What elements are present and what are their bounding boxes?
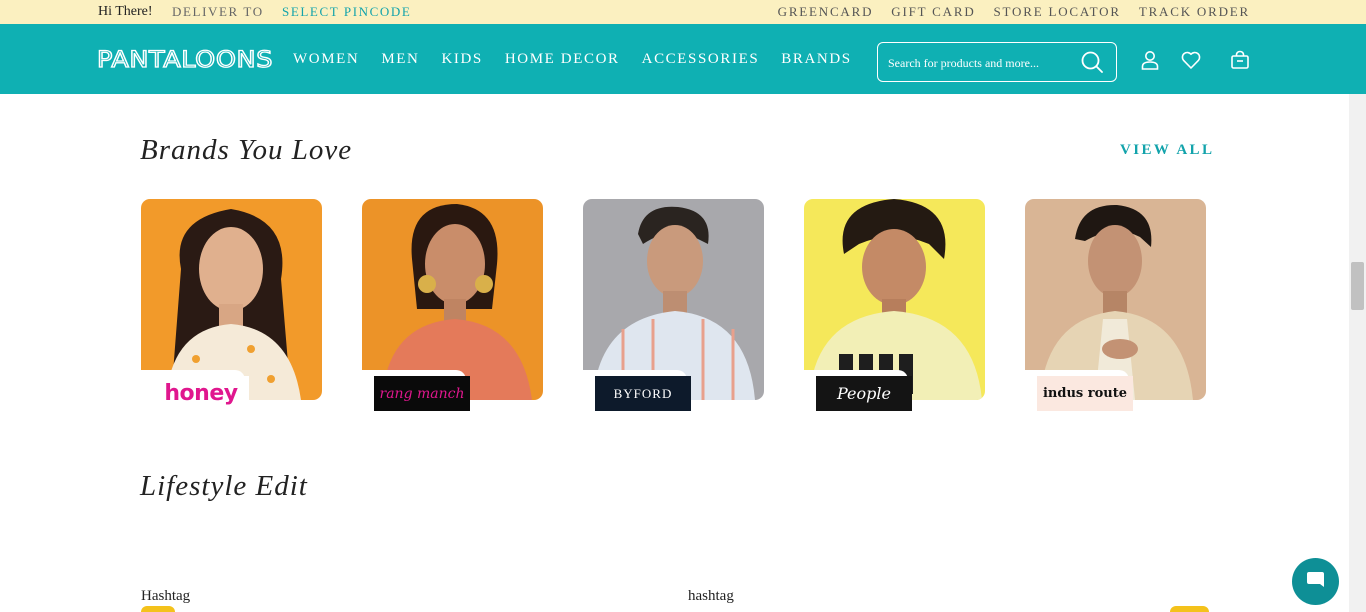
gift-card-link[interactable]: GIFT CARD [891, 4, 975, 20]
brand-logo-rang-manch: rang manch [374, 376, 470, 411]
main-nav: WOMEN MEN KIDS HOME DECOR ACCESSORIES BR… [293, 51, 852, 68]
lifestyle-item-label[interactable]: hashtag [688, 588, 734, 605]
scrollbar-thumb[interactable] [1351, 262, 1364, 310]
brand-logo-people: People [816, 376, 912, 411]
search-box [877, 42, 1117, 82]
nav-kids[interactable]: KIDS [441, 51, 482, 68]
greeting-text: Hi There! [98, 4, 153, 19]
user-icon[interactable] [1140, 50, 1160, 70]
select-pincode-link[interactable]: SELECT PINCODE [282, 4, 411, 20]
nav-accessories[interactable]: ACCESSORIES [642, 51, 760, 68]
nav-women[interactable]: WOMEN [293, 51, 359, 68]
brand-logo-holder-rang-manch: rang manch [362, 370, 470, 412]
track-order-link[interactable]: TRACK ORDER [1139, 4, 1250, 20]
chat-button[interactable] [1292, 558, 1339, 605]
brand-logo-holder-indus-route: indus route [1025, 370, 1133, 412]
scrollbar-track[interactable] [1349, 94, 1366, 612]
brand-logo-holder-byford: BYFORD [583, 370, 691, 412]
deliver-to-label: DELIVER TO [172, 4, 264, 19]
heart-icon[interactable] [1181, 50, 1201, 70]
nav-men[interactable]: MEN [381, 51, 419, 68]
brand-logo-holder-people: People [804, 370, 912, 412]
greencard-link[interactable]: GREENCARD [778, 4, 874, 20]
brand-logo-byford: BYFORD [595, 376, 691, 411]
nav-home-decor[interactable]: HOME DECOR [505, 51, 620, 68]
top-info-bar: Hi There! DELIVER TO SELECT PINCODE GREE… [0, 0, 1366, 24]
brand-logo-honey: honey [153, 376, 249, 411]
brands-section-title: Brands You Love [140, 134, 353, 166]
lifestyle-card-edge [141, 606, 175, 612]
search-icon[interactable] [1081, 51, 1103, 73]
main-header: PANTALOONS WOMEN MEN KIDS HOME DECOR ACC… [0, 24, 1366, 94]
lifestyle-item-label[interactable]: Hashtag [141, 588, 190, 605]
brand-logo-indus-route: indus route [1037, 376, 1133, 411]
view-all-brands-link[interactable]: VIEW ALL [1120, 142, 1214, 159]
lifestyle-card-edge [1170, 606, 1209, 612]
pantaloons-logo[interactable]: PANTALOONS [97, 42, 273, 74]
lifestyle-section-title: Lifestyle Edit [140, 470, 308, 502]
nav-brands[interactable]: BRANDS [781, 51, 851, 68]
chat-icon [1307, 572, 1324, 587]
top-links: GREENCARD GIFT CARD STORE LOCATOR TRACK … [778, 4, 1250, 20]
bag-icon[interactable] [1230, 50, 1250, 70]
logo-text: PANTALOONS [97, 48, 273, 73]
search-input[interactable] [888, 52, 1078, 74]
store-locator-link[interactable]: STORE LOCATOR [994, 4, 1121, 20]
brand-logo-holder-honey: honey [141, 370, 249, 412]
